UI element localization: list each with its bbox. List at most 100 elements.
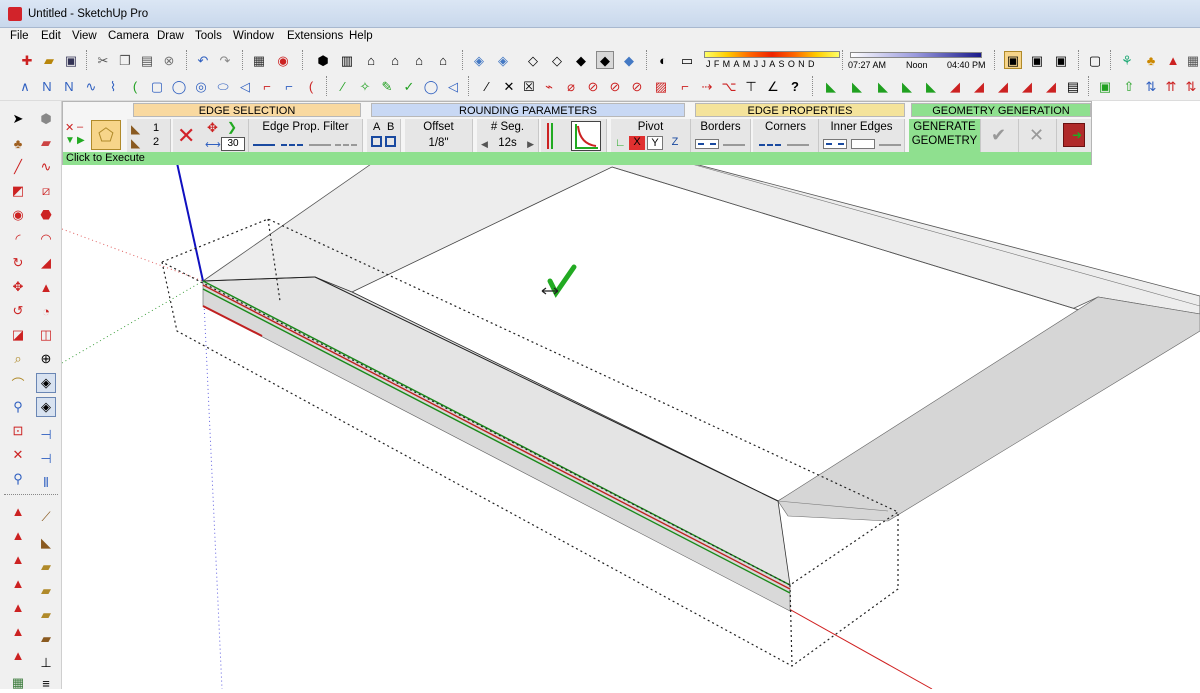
shadow-month-slider[interactable] bbox=[704, 51, 840, 58]
divide-icon[interactable]: ∕ bbox=[334, 77, 352, 95]
menu-help[interactable]: Help bbox=[349, 30, 373, 42]
menu-tools[interactable]: Tools bbox=[195, 30, 222, 42]
borders-style-box[interactable] bbox=[695, 139, 719, 149]
edge-prop-filter-cell[interactable]: Edge Prop. Filter bbox=[249, 119, 363, 153]
polygon-curve-icon[interactable]: ⬭ bbox=[214, 77, 232, 95]
back-edges-icon[interactable]: ◈ bbox=[494, 51, 512, 69]
arc-tool-icon[interactable]: ◜ bbox=[8, 229, 28, 249]
open-file-icon[interactable]: ▰ bbox=[40, 51, 58, 69]
new-file-icon[interactable]: ✚ bbox=[18, 51, 36, 69]
catmull-icon[interactable]: ∿ bbox=[82, 77, 100, 95]
cancel-button[interactable]: ✕ bbox=[1019, 119, 1057, 153]
cancel-edit-icon[interactable]: ⊘ bbox=[628, 77, 646, 95]
warehouse-icon[interactable]: ⚘ bbox=[1118, 51, 1136, 69]
round-settings-icon[interactable]: ◢ bbox=[946, 77, 964, 95]
inner-edges-style-box[interactable] bbox=[823, 139, 847, 149]
dimension-tool-icon[interactable]: ⊥ bbox=[36, 653, 56, 673]
round-edge-icon[interactable]: ◣ bbox=[898, 77, 916, 95]
profile-straight-icon[interactable] bbox=[547, 123, 553, 149]
component-tool-icon[interactable]: ⬢ bbox=[36, 109, 56, 129]
cubic-bezier-icon[interactable]: ⌇ bbox=[104, 77, 122, 95]
bspline-icon[interactable]: N bbox=[60, 77, 78, 95]
smoove-icon[interactable]: ▲ bbox=[8, 525, 28, 545]
shaded-textures-icon[interactable]: ◆ bbox=[596, 51, 614, 69]
xray-icon[interactable]: ◈ bbox=[470, 51, 488, 69]
align-up-icon[interactable]: ⇈ bbox=[1162, 77, 1180, 95]
freehand-icon[interactable]: ✧ bbox=[356, 77, 374, 95]
spiral-icon[interactable]: ◎ bbox=[192, 77, 210, 95]
round-more-icon[interactable]: ◢ bbox=[1042, 77, 1060, 95]
scale-arrow-icon[interactable]: ⇧ bbox=[1120, 77, 1138, 95]
option-b-toggle[interactable] bbox=[385, 136, 396, 147]
line-toggle-icon[interactable]: ⁄ bbox=[478, 77, 496, 95]
zoom-window-icon[interactable]: ⊡ bbox=[8, 421, 28, 441]
wood-beam-icon[interactable]: ▰ bbox=[36, 581, 56, 601]
extend-icon[interactable]: ✓ bbox=[400, 77, 418, 95]
fillet-icon[interactable]: ⌐ bbox=[258, 77, 276, 95]
rotate-icon[interactable]: ↺ bbox=[8, 301, 28, 321]
rotated-rect-icon[interactable]: ⧄ bbox=[36, 181, 56, 201]
share-model-icon[interactable]: ♣ bbox=[1142, 51, 1160, 69]
arc-2pt-icon[interactable]: ◠ bbox=[36, 229, 56, 249]
option-1-label[interactable]: 1 bbox=[153, 122, 159, 134]
text-tool-icon[interactable]: ◈ bbox=[36, 373, 56, 393]
left-view-icon[interactable]: ⌂ bbox=[434, 51, 452, 69]
shadow-time-slider[interactable] bbox=[850, 52, 982, 58]
round-corner-icon[interactable]: ◣ bbox=[822, 77, 840, 95]
section-fill-icon[interactable]: ⊣ bbox=[36, 449, 56, 469]
ellipse-icon[interactable]: ◁ bbox=[236, 77, 254, 95]
front-view-icon[interactable]: ⌂ bbox=[362, 51, 380, 69]
angle-input[interactable]: 30 bbox=[221, 137, 245, 151]
menu-draw[interactable]: Draw bbox=[157, 30, 184, 42]
tape-measure-icon[interactable]: ⌕ bbox=[8, 349, 28, 369]
iso-view-icon[interactable]: ⬢ bbox=[314, 51, 332, 69]
pivot-x-button[interactable]: X bbox=[629, 136, 645, 150]
redo-icon[interactable]: ↷ bbox=[216, 51, 234, 69]
drape-icon[interactable]: ▲ bbox=[8, 549, 28, 569]
no-entry-icon[interactable]: ⊘ bbox=[584, 77, 602, 95]
shaded-icon[interactable]: ◆ bbox=[572, 51, 590, 69]
copy-icon[interactable]: ❐ bbox=[116, 51, 134, 69]
circle-tool-icon[interactable]: ◉ bbox=[8, 205, 28, 225]
inner-edges-cell[interactable]: Inner Edges bbox=[819, 119, 905, 153]
polygon-tool-icon[interactable]: ⬣ bbox=[36, 205, 56, 225]
triangle-icon[interactable]: ◁ bbox=[444, 77, 462, 95]
back-view-icon[interactable]: ⌂ bbox=[410, 51, 428, 69]
right-view-icon[interactable]: ⌂ bbox=[386, 51, 404, 69]
menu-camera[interactable]: Camera bbox=[108, 30, 149, 42]
borders-cell[interactable]: Borders bbox=[691, 119, 751, 153]
sandbox-n-icon[interactable]: ▲ bbox=[8, 597, 28, 617]
eraser-icon[interactable]: ▰ bbox=[36, 133, 56, 153]
cancel-mini-icon[interactable]: ✕ bbox=[65, 121, 74, 134]
move-icon[interactable]: ✥ bbox=[8, 277, 28, 297]
sandbox-x-icon[interactable]: ▲ bbox=[8, 621, 28, 641]
model-info-icon[interactable]: ◉ bbox=[274, 51, 292, 69]
circle-curve-icon[interactable]: ◯ bbox=[170, 77, 188, 95]
scale-green-icon[interactable]: ▣ bbox=[1096, 77, 1114, 95]
corner-icon[interactable]: ⌐ bbox=[280, 77, 298, 95]
print-icon[interactable]: ▦ bbox=[250, 51, 268, 69]
sandbox-contours-icon[interactable]: ▲ bbox=[8, 501, 28, 521]
down-mini-icon[interactable]: ▼ bbox=[65, 135, 75, 146]
profile-curve-icon[interactable] bbox=[571, 121, 601, 151]
option-2-icon[interactable]: ◣ bbox=[131, 136, 140, 150]
offset-icon[interactable]: ◫ bbox=[36, 325, 56, 345]
bevel-corner-icon[interactable]: ◣ bbox=[874, 77, 892, 95]
square-cross-icon[interactable]: ☒ bbox=[520, 77, 538, 95]
move-arrows-icon[interactable]: ✥ bbox=[207, 120, 218, 136]
sharp-corner-icon[interactable]: ◣ bbox=[848, 77, 866, 95]
arc-curve-icon[interactable]: ( bbox=[126, 77, 144, 95]
angle-icon[interactable]: ❯ bbox=[227, 120, 237, 134]
arc-icon[interactable]: ( bbox=[302, 77, 320, 95]
hidden-line-icon[interactable]: ◇ bbox=[548, 51, 566, 69]
menu-edit[interactable]: Edit bbox=[41, 30, 61, 42]
play-mini-icon[interactable]: ▶ bbox=[77, 135, 85, 146]
stamp-icon[interactable]: ◣ bbox=[36, 533, 56, 553]
freehand-tool-icon[interactable]: ∿ bbox=[36, 157, 56, 177]
offset-curve-icon[interactable]: ✎ bbox=[378, 77, 396, 95]
dimension-icon[interactable]: ⊕ bbox=[36, 349, 56, 369]
bezier-icon[interactable]: ∧ bbox=[16, 77, 34, 95]
follow-me-icon[interactable]: ◔ bbox=[36, 301, 56, 321]
round-table-icon[interactable]: ▤ bbox=[1064, 77, 1082, 95]
split-icon[interactable]: ⌥ bbox=[720, 77, 738, 95]
